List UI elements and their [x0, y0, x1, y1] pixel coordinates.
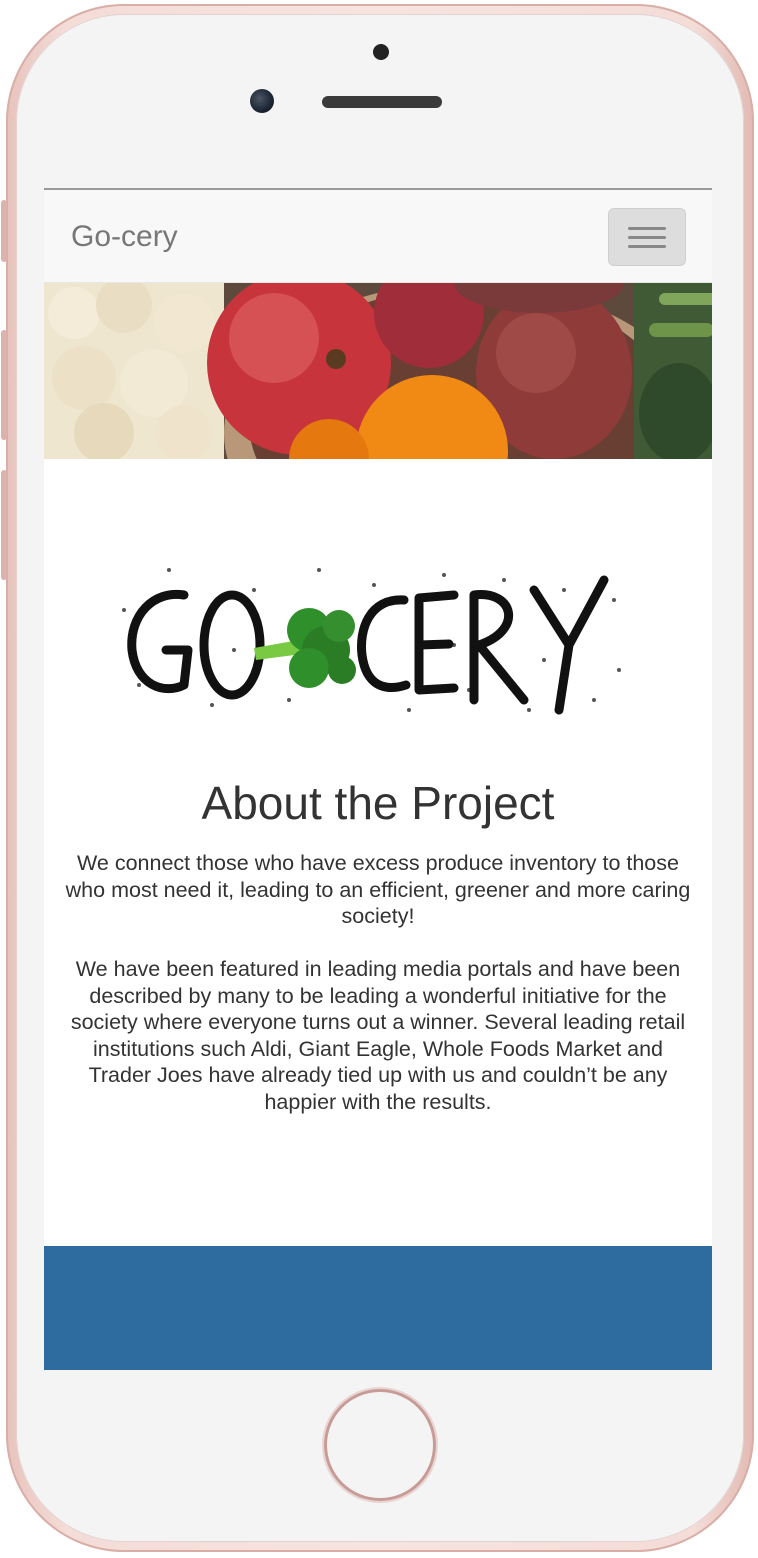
footer-band: [44, 1246, 712, 1370]
earpiece-speaker: [322, 96, 442, 108]
home-button[interactable]: [324, 1389, 436, 1501]
gocery-logo: [114, 550, 634, 740]
menu-toggle-button[interactable]: [608, 208, 686, 266]
broccoli-icon: [254, 608, 356, 688]
about-paragraph-1: We connect those who have excess produce…: [65, 851, 691, 928]
hero-produce-image: [44, 283, 712, 459]
volume-up-button: [1, 330, 7, 440]
navbar: Go-cery: [44, 190, 712, 283]
volume-down-button: [1, 470, 7, 580]
about-title: About the Project: [201, 777, 555, 829]
cauliflower: [44, 283, 224, 459]
phone-screen: Go-cery About the Project We connect tho…: [44, 188, 712, 1370]
about-paragraph-2: We have been featured in leading media p…: [70, 957, 686, 1114]
navbar-brand[interactable]: Go-cery: [71, 220, 178, 254]
mute-switch: [1, 200, 7, 262]
proximity-sensor: [373, 44, 389, 60]
fresh-produce-photo: [44, 283, 712, 459]
front-camera-icon: [250, 89, 274, 113]
